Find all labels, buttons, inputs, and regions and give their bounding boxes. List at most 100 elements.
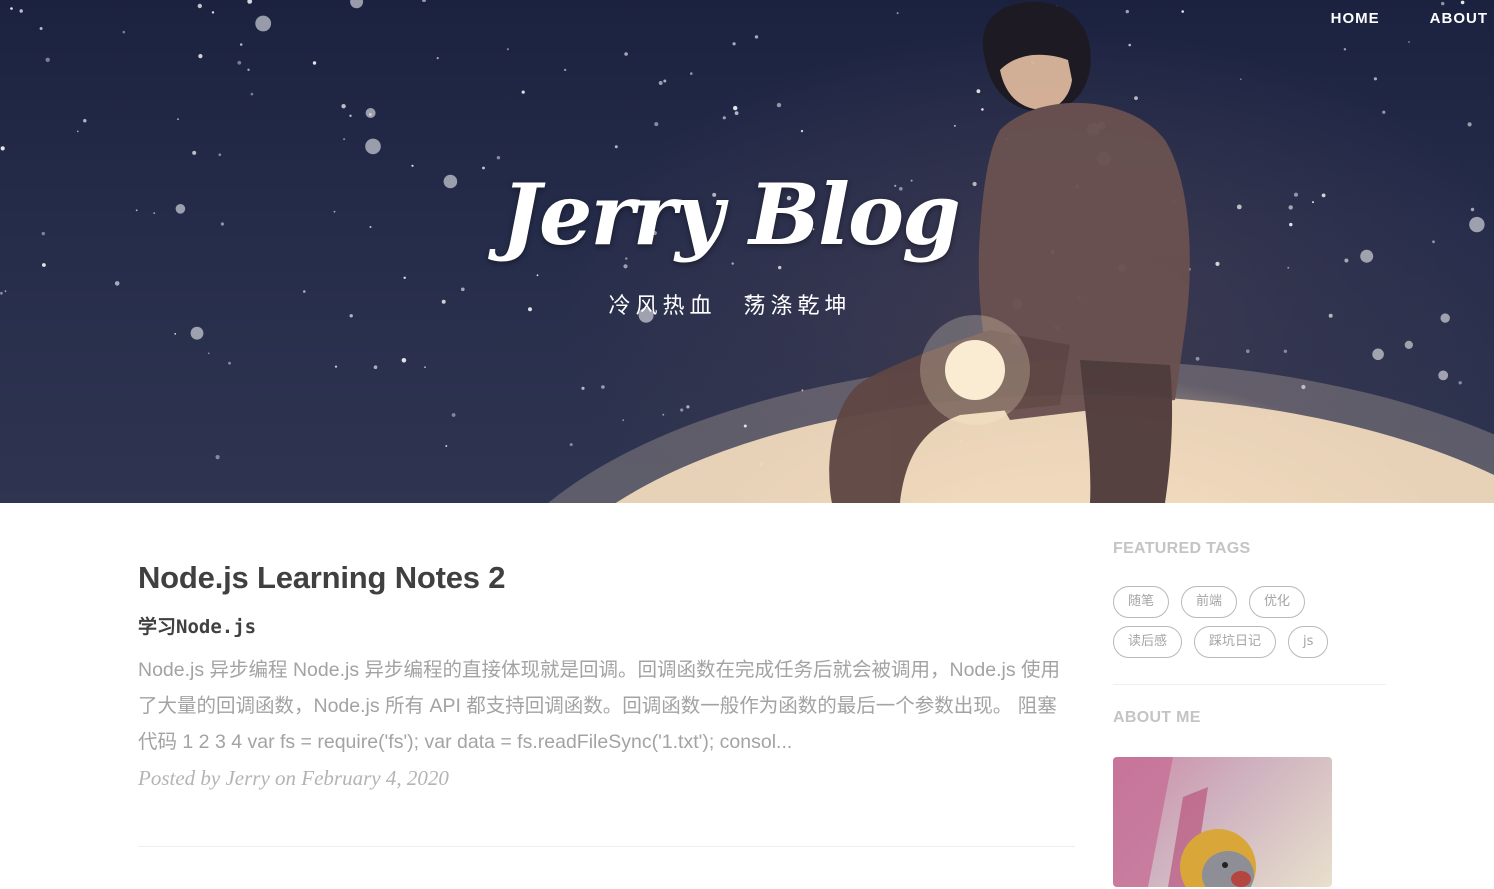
about-me-heading: ABOUT ME: [1113, 709, 1201, 726]
star: [239, 43, 243, 46]
post-subtitle[interactable]: 学习Node.js: [138, 612, 1075, 639]
star: [255, 15, 272, 32]
star: [192, 150, 197, 155]
star: [403, 276, 406, 279]
star: [177, 118, 179, 121]
about-me-avatar: [1113, 757, 1332, 887]
star: [1467, 122, 1472, 127]
star: [1460, 0, 1465, 5]
star: [247, 68, 250, 72]
star: [776, 102, 782, 108]
star: [451, 413, 456, 417]
star: [654, 122, 659, 127]
star: [1372, 348, 1384, 361]
star: [623, 264, 628, 269]
star: [1343, 48, 1347, 51]
star: [1195, 356, 1200, 361]
star: [365, 138, 381, 155]
star: [45, 57, 50, 62]
star: [569, 443, 573, 447]
star: [19, 9, 23, 13]
tag-qianduan[interactable]: 前端: [1181, 586, 1238, 618]
post-title[interactable]: Node.js Learning Notes 2: [138, 560, 1075, 596]
blog-title: Jerry Blog: [501, 165, 960, 264]
nav-about-link[interactable]: ABOUT: [1400, 10, 1494, 27]
star: [624, 52, 628, 56]
star: [114, 281, 120, 286]
star: [190, 326, 204, 340]
star: [334, 365, 338, 368]
post-preview[interactable]: Node.js Learning Notes 2 学习Node.js Node.…: [138, 560, 1075, 791]
star: [1382, 110, 1386, 114]
star: [198, 54, 203, 59]
star: [686, 405, 690, 409]
star: [563, 68, 567, 72]
tag-youhua[interactable]: 优化: [1249, 586, 1306, 618]
star: [1283, 349, 1288, 353]
cartoon-mouse-avatar-icon: [1113, 757, 1256, 887]
star: [662, 413, 665, 416]
star: [506, 48, 509, 51]
tag-suibi[interactable]: 随笔: [1113, 586, 1170, 618]
star: [312, 61, 317, 65]
star: [1458, 381, 1462, 385]
star: [1404, 340, 1413, 349]
star: [247, 0, 253, 4]
star: [341, 104, 346, 109]
star: [211, 11, 215, 14]
star: [896, 12, 899, 15]
star: [76, 130, 79, 133]
star: [622, 419, 625, 422]
star: [1438, 370, 1449, 381]
star: [1246, 349, 1250, 354]
tag-duhougan[interactable]: 读后感: [1113, 626, 1183, 658]
star: [373, 365, 378, 370]
star: [349, 114, 352, 118]
star: [218, 153, 222, 156]
star: [954, 125, 956, 127]
star: [658, 81, 663, 85]
blog-subtitle: 冷风热血 荡涤乾坤: [608, 294, 852, 319]
star: [1469, 216, 1485, 233]
star: [237, 60, 242, 65]
star: [1239, 78, 1242, 81]
star: [1181, 10, 1184, 13]
star: [39, 27, 43, 30]
tag-js[interactable]: js: [1288, 626, 1329, 658]
star: [722, 116, 726, 120]
star: [250, 92, 254, 96]
star: [401, 358, 407, 363]
star: [733, 105, 738, 111]
star: [800, 129, 804, 133]
star: [778, 265, 782, 270]
star: [83, 119, 87, 123]
star: [422, 0, 426, 2]
star: [601, 385, 605, 389]
post-divider: [138, 846, 1075, 847]
star: [228, 361, 231, 365]
star: [445, 445, 448, 447]
star: [424, 366, 426, 369]
post-excerpt[interactable]: Node.js 异步编程 Node.js 异步编程的直接体现就是回调。回调函数在…: [138, 652, 1068, 760]
star: [680, 408, 684, 412]
star: [436, 57, 439, 60]
star: [1373, 77, 1377, 81]
tag-caikeng-riji[interactable]: 踩坑日记: [1194, 626, 1277, 658]
star: [1128, 43, 1131, 47]
top-nav: HOME ABOUT: [1301, 10, 1494, 27]
star: [1125, 9, 1130, 14]
star: [734, 111, 739, 115]
hero-header: HOME ABOUT Jerry Blog 冷风热血 荡涤乾坤: [0, 0, 1494, 503]
star: [981, 108, 984, 111]
star: [1287, 266, 1290, 269]
star: [1470, 207, 1475, 212]
star: [1408, 41, 1410, 43]
nav-home-link[interactable]: HOME: [1301, 10, 1400, 27]
star: [122, 30, 126, 34]
star: [1134, 96, 1138, 100]
star: [496, 156, 501, 160]
post-meta: Posted by Jerry on February 4, 2020: [138, 766, 449, 790]
star: [754, 35, 759, 39]
star: [215, 455, 220, 460]
star: [350, 0, 364, 9]
